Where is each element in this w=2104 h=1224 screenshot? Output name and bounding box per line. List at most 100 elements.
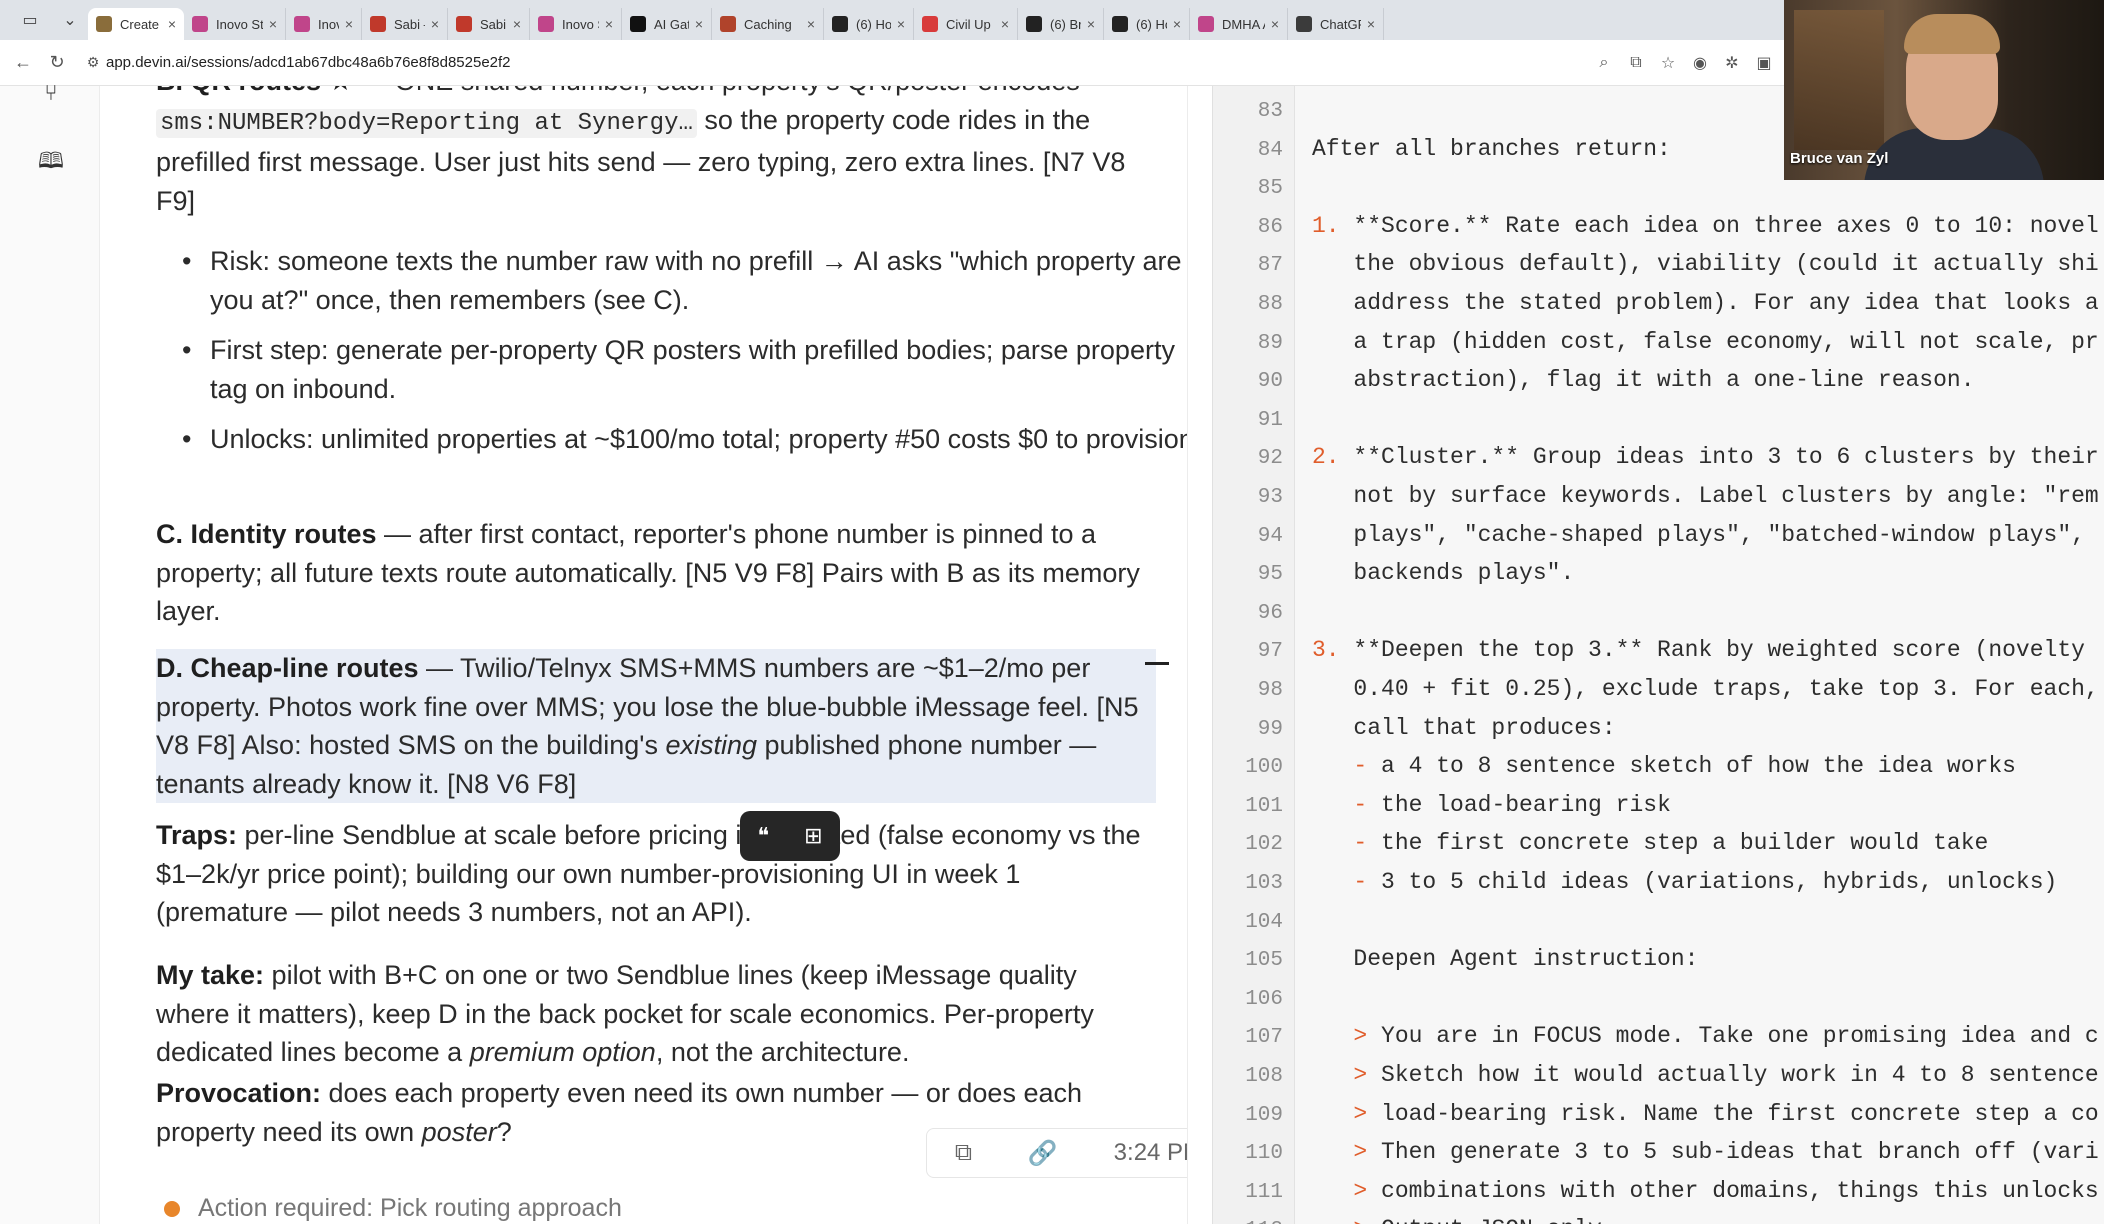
list-item: Risk: someone texts the number raw with … bbox=[182, 242, 1187, 319]
tab-label: Civil Up bbox=[946, 16, 991, 32]
my-take-title: My take: bbox=[156, 960, 265, 990]
browser-tab[interactable]: Inovo St × bbox=[184, 8, 286, 40]
line-number: 100 bbox=[1245, 756, 1283, 780]
browser-tab[interactable]: Sabi — × bbox=[362, 8, 448, 40]
site-settings-icon[interactable]: ⚙ bbox=[80, 54, 106, 71]
browser-tab[interactable]: (6) Holli × bbox=[824, 8, 914, 40]
book-icon[interactable]: 🕮 bbox=[36, 144, 66, 174]
tab-favicon-icon bbox=[1026, 16, 1042, 32]
tab-close-icon[interactable]: × bbox=[1271, 16, 1279, 32]
line-number: 112 bbox=[1213, 1219, 1283, 1224]
window-screenshot-icon[interactable]: ▣ bbox=[1754, 53, 1774, 73]
tab-close-icon[interactable]: × bbox=[431, 16, 439, 32]
traps-text: per-line Sendblue at scale before pricin… bbox=[156, 820, 1141, 927]
browser-tab[interactable]: Inovo St × bbox=[286, 8, 362, 40]
list-item: Unlocks: unlimited properties at ~$100/m… bbox=[182, 420, 1187, 459]
code-line-text: 3 to 5 child ideas (variations, hybrids,… bbox=[1367, 869, 2058, 895]
tab-close-icon[interactable]: × bbox=[1173, 16, 1181, 32]
tab-close-icon[interactable]: × bbox=[168, 16, 176, 32]
option-d-emphasis: existing bbox=[665, 730, 758, 760]
quote-icon[interactable]: ❝ bbox=[757, 823, 769, 849]
code-line-text: not by surface keywords. Label clusters … bbox=[1312, 483, 2099, 509]
line-number: 90 bbox=[1257, 370, 1283, 394]
tab-close-icon[interactable]: × bbox=[1367, 16, 1375, 32]
tab-search-chevron-icon[interactable]: ⌄ bbox=[52, 5, 88, 35]
action-required-banner[interactable]: Action required: Pick routing approach bbox=[156, 1194, 622, 1223]
browser-tab[interactable]: Sabi — × bbox=[448, 8, 530, 40]
line-number: 92 bbox=[1257, 447, 1283, 471]
code-line: backends plays". bbox=[1312, 560, 1574, 586]
quote-marker: > bbox=[1312, 1100, 1368, 1127]
line-number: 101 bbox=[1245, 794, 1283, 818]
tab-close-icon[interactable]: × bbox=[345, 16, 353, 32]
code-line: > Sketch how it would actually work in 4… bbox=[1312, 1062, 2099, 1088]
reload-icon[interactable]: ↻ bbox=[40, 46, 74, 80]
line-number: 97 bbox=[1257, 640, 1283, 664]
zoom-icon[interactable]: ⌕ bbox=[1594, 54, 1614, 72]
browser-tab[interactable]: AI Gatev × bbox=[622, 8, 712, 40]
tab-favicon-icon bbox=[1198, 16, 1214, 32]
message-timestamp: 3:24 PM bbox=[1113, 1139, 1187, 1166]
back-arrow-icon[interactable]: ← bbox=[6, 46, 40, 80]
tab-close-icon[interactable]: × bbox=[1087, 16, 1095, 32]
code-line-text: You are in FOCUS mode. Take one promisin… bbox=[1367, 1023, 2099, 1050]
browser-tab[interactable]: ChatGP × bbox=[1288, 8, 1384, 40]
browser-tab[interactable]: DMHA A × bbox=[1190, 8, 1288, 40]
browser-tab[interactable]: Create × bbox=[88, 8, 184, 40]
code-line-text: **Cluster.** Group ideas into 3 to 6 clu… bbox=[1339, 444, 2099, 471]
my-take-text-2: , not the architecture. bbox=[655, 1037, 910, 1067]
url-field[interactable]: ⚙ app.devin.ai/sessions/adcd1ab67dbc48a6… bbox=[80, 46, 1520, 80]
code-line: a trap (hidden cost, false economy, will… bbox=[1312, 329, 2098, 355]
code-line: 1. **Score.** Rate each idea on three ax… bbox=[1312, 213, 2099, 239]
code-line-text: load-bearing risk. Name the first concre… bbox=[1367, 1100, 2099, 1127]
tab-close-icon[interactable]: × bbox=[897, 16, 905, 32]
option-c-paragraph: C. Identity routes — after first contact… bbox=[156, 515, 1156, 631]
tab-favicon-icon bbox=[1112, 16, 1128, 32]
code-line: - 3 to 5 child ideas (variations, hybrid… bbox=[1312, 869, 2057, 895]
code-line: 3. **Deepen the top 3.** Rank by weighte… bbox=[1312, 637, 2085, 663]
provocation-emphasis: poster bbox=[421, 1116, 497, 1147]
option-d-paragraph-selected[interactable]: D. Cheap-line routes — Twilio/Telnyx SMS… bbox=[156, 649, 1156, 803]
tab-label: DMHA A bbox=[1222, 16, 1265, 32]
browser-tab[interactable]: Inovo St × bbox=[530, 8, 622, 40]
chat-panel: B. QR routes ★ — ONE shared number, each… bbox=[100, 86, 1188, 1224]
option-b-text: — ONE shared number, each property's QR/… bbox=[353, 86, 1080, 96]
tab-favicon-icon bbox=[832, 16, 848, 32]
tab-close-icon[interactable]: × bbox=[605, 16, 613, 32]
code-line: 0.40 + fit 0.25), exclude traps, take to… bbox=[1312, 676, 2098, 702]
extension-icon[interactable]: ◉ bbox=[1690, 53, 1710, 73]
tab-close-icon[interactable]: × bbox=[1001, 16, 1009, 32]
browser-tab[interactable]: Civil Up × bbox=[914, 8, 1018, 40]
tab-label: Sabi — bbox=[394, 16, 425, 32]
browser-tab[interactable]: Caching × bbox=[712, 8, 824, 40]
line-number: 94 bbox=[1257, 524, 1283, 548]
selection-handle-icon[interactable] bbox=[1145, 662, 1169, 665]
option-c-title: C. Identity routes bbox=[156, 519, 377, 549]
git-branch-icon[interactable]: ⑂ bbox=[36, 80, 66, 110]
extensions-puzzle-icon[interactable]: ✲ bbox=[1722, 53, 1742, 73]
code-line-text: Sketch how it would actually work in 4 t… bbox=[1367, 1062, 2099, 1088]
browser-tab[interactable]: (6) Holli × bbox=[1104, 8, 1190, 40]
tab-close-icon[interactable]: × bbox=[695, 16, 703, 32]
code-line: - the load-bearing risk bbox=[1312, 792, 1670, 818]
bookmark-star-icon[interactable]: ☆ bbox=[1658, 53, 1678, 73]
code-line-text: **Score.** Rate each idea on three axes … bbox=[1339, 212, 2099, 239]
tab-favicon-icon bbox=[720, 16, 736, 32]
add-comment-icon[interactable]: ⊞ bbox=[804, 823, 822, 849]
cast-icon[interactable]: ⧉ bbox=[1626, 54, 1646, 72]
line-number: 98 bbox=[1257, 679, 1283, 702]
browser-tab[interactable]: (6) Brea × bbox=[1018, 8, 1104, 40]
code-line: > Then generate 3 to 5 sub-ideas that br… bbox=[1312, 1139, 2099, 1166]
tab-close-icon[interactable]: × bbox=[269, 16, 277, 32]
copy-icon[interactable]: ⧉ bbox=[955, 1139, 972, 1167]
tab-close-icon[interactable]: × bbox=[513, 16, 521, 32]
code-editor-panel: 83 84 After all branches return: 85 86 1. **S… bbox=[1212, 86, 2104, 1224]
code-line-text: Then generate 3 to 5 sub-ideas that bran… bbox=[1367, 1139, 2099, 1166]
tab-favicon-icon bbox=[192, 16, 208, 32]
line-number: 103 bbox=[1245, 872, 1283, 895]
link-icon[interactable]: 🔗 bbox=[1028, 1139, 1058, 1168]
tab-close-icon[interactable]: × bbox=[807, 16, 815, 32]
code-line-text: a 4 to 8 sentence sketch of how the idea… bbox=[1367, 753, 2016, 780]
video-call-tile[interactable]: Bruce van Zyl bbox=[1784, 0, 2104, 180]
tab-group-icon[interactable]: ▭ bbox=[8, 5, 52, 35]
